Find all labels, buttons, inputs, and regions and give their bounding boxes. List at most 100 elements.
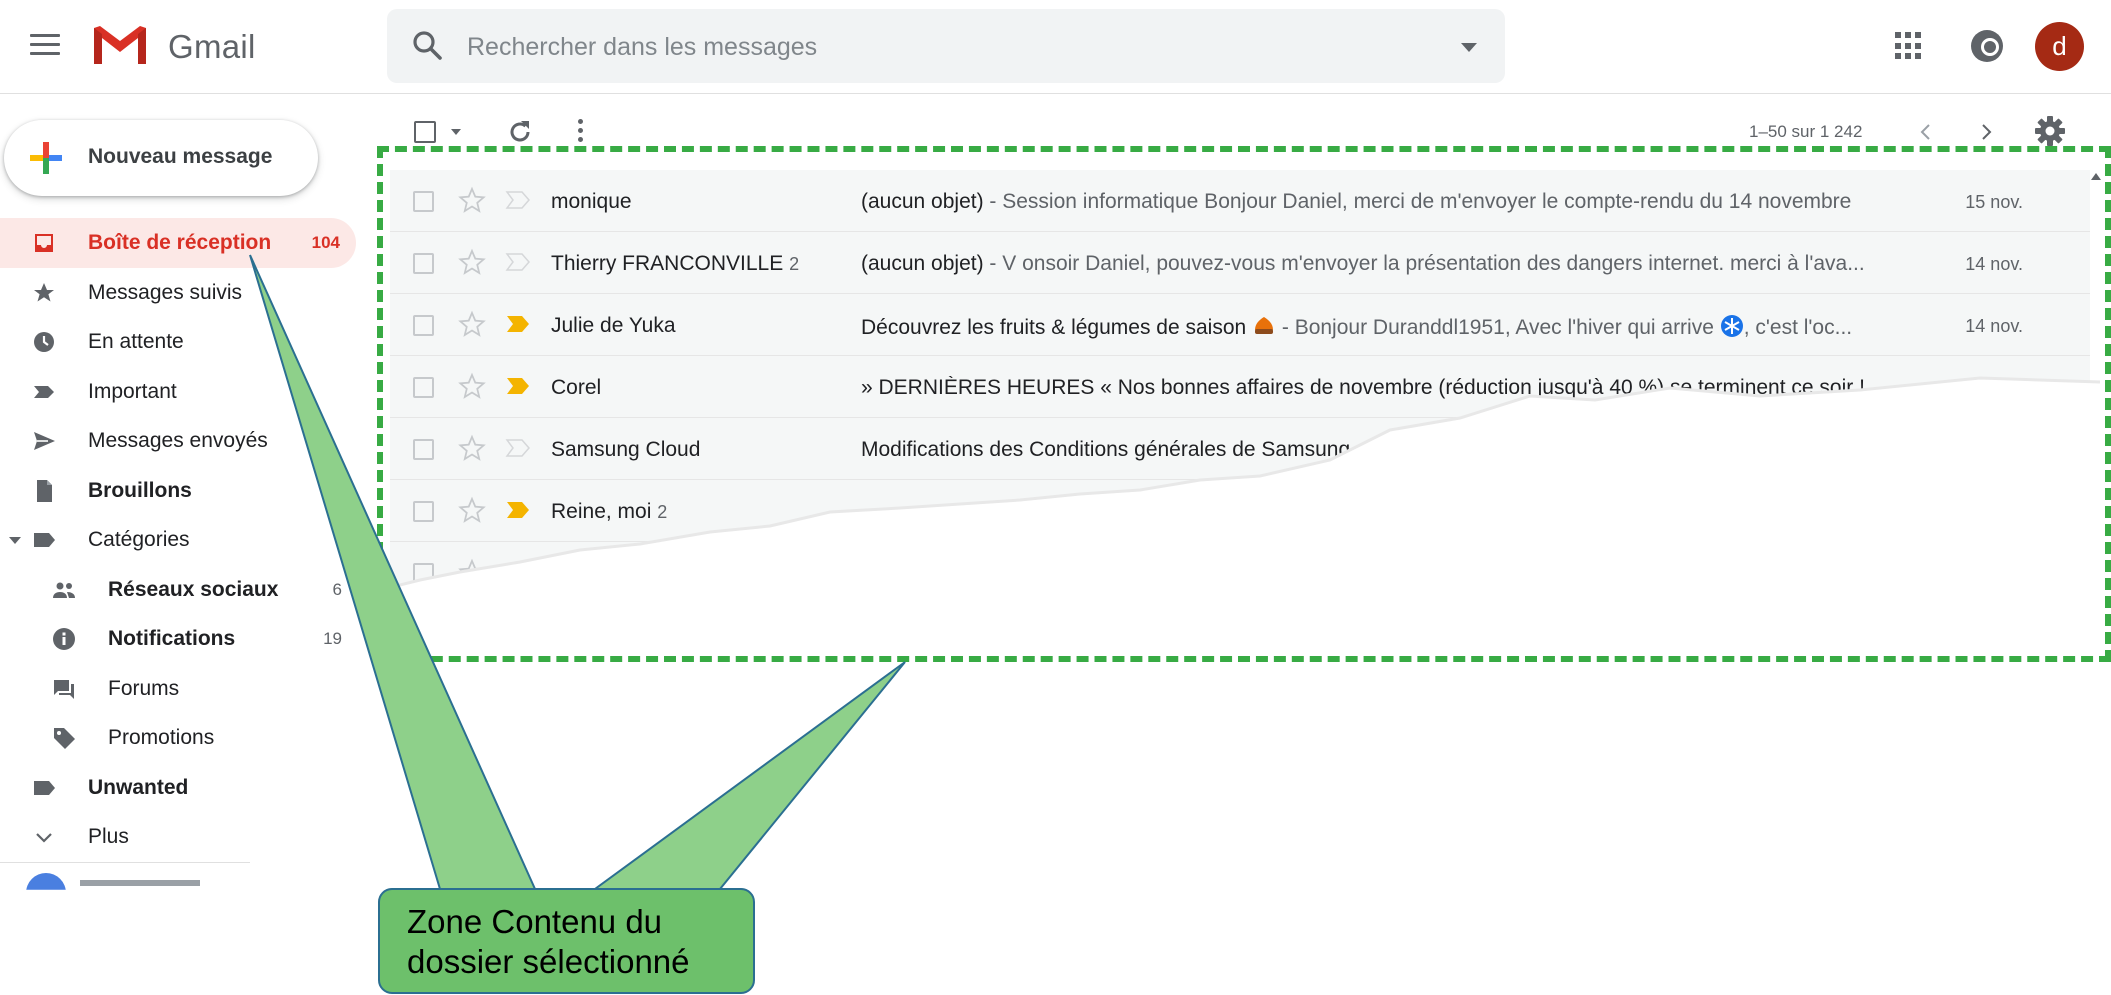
sidebar-item-label: En attente (88, 330, 184, 353)
message-row[interactable]: Corel » DERNIÈRES HEURES « Nos bonnes af… (390, 356, 2090, 418)
message-preview: (aucun objet) - V onsoir Daniel, pouvez-… (861, 252, 1921, 276)
message-row[interactable]: Facebook (390, 542, 2090, 604)
people-icon (53, 582, 75, 598)
sidebar-item-forums[interactable]: Forums (0, 664, 356, 714)
message-row[interactable]: Samsung Cloud Modifications des Conditio… (390, 418, 2090, 480)
sender-name: Facebook (551, 562, 644, 585)
sidebar-item-label: Forums (108, 676, 180, 700)
star-icon[interactable] (458, 372, 486, 400)
select-all-checkbox[interactable] (414, 121, 436, 143)
app-name[interactable]: Gmail (168, 28, 256, 66)
sidebar-item-label: Boîte de réception (88, 231, 272, 254)
sidebar-item-more[interactable]: Plus (0, 812, 356, 862)
row-checkbox[interactable] (413, 315, 434, 336)
label-icon (34, 780, 55, 795)
message-date: 14 nov. (1965, 254, 2023, 274)
unread-count: 1 (330, 480, 340, 500)
draft-icon (37, 479, 52, 502)
message-row[interactable]: Thierry FRANCONVILLE 2 (aucun objet) - V… (390, 232, 2090, 294)
important-marker-icon[interactable] (505, 314, 531, 334)
row-checkbox[interactable] (413, 563, 434, 584)
sidebar-item-label: Important (88, 379, 177, 403)
top-bar: Gmail d (0, 0, 2111, 94)
row-checkbox[interactable] (413, 501, 434, 522)
next-page-icon[interactable] (1976, 120, 1996, 144)
snippet: - Bonjour Duranddl1951, Avec l'hiver qui… (1276, 316, 1720, 339)
star-icon[interactable] (458, 310, 486, 338)
sidebar-item-label: Brouillons (88, 478, 192, 502)
menu-icon[interactable] (30, 34, 60, 56)
important-marker-icon[interactable] (505, 438, 531, 458)
notifications-icon[interactable] (1971, 30, 2003, 62)
expand-caret-icon[interactable] (9, 537, 21, 544)
row-checkbox[interactable] (413, 377, 434, 398)
star-icon[interactable] (458, 186, 486, 214)
row-checkbox[interactable] (413, 191, 434, 212)
sidebar-item-social[interactable]: Réseaux sociaux 6 (0, 565, 356, 615)
sidebar-item-important[interactable]: Important (0, 367, 356, 417)
hangouts-avatar[interactable] (26, 873, 66, 890)
important-marker-icon[interactable] (505, 500, 531, 520)
star-icon[interactable] (458, 558, 486, 586)
unread-count: 6 (332, 579, 342, 599)
thread-count: 2 (789, 254, 800, 274)
forum-icon (54, 679, 74, 699)
message-preview: Découvrez les fruits & légumes de saison… (861, 314, 1921, 340)
message-preview: » DERNIÈRES HEURES « Nos bonnes affaires… (861, 376, 1921, 400)
sidebar-item-snoozed[interactable]: En attente (0, 317, 356, 367)
subject: Découvrez les fruits & légumes de saison (861, 316, 1247, 339)
message-list: monique (aucun objet) - Session informat… (390, 170, 2090, 604)
important-marker-icon[interactable] (505, 252, 531, 272)
apps-icon[interactable] (1895, 32, 1923, 60)
pagination-label: 1–50 sur 1 242 (1749, 122, 1863, 141)
sidebar-item-label: Messages envoyés (88, 429, 268, 452)
message-preview: Modifications des Conditions générales d… (861, 438, 1921, 462)
sidebar-item-categories[interactable]: Catégories (0, 515, 356, 565)
sidebar-item-sent[interactable]: Messages envoyés (0, 416, 356, 466)
gmail-logo[interactable] (90, 22, 150, 68)
info-icon (53, 628, 75, 650)
star-icon[interactable] (458, 248, 486, 276)
star-icon (34, 282, 54, 301)
important-marker-icon[interactable] (505, 562, 531, 582)
clock-icon (34, 332, 54, 352)
select-options-icon[interactable] (451, 129, 461, 135)
important-marker-icon[interactable] (505, 376, 531, 396)
sidebar-item-label: Promotions (108, 726, 215, 749)
sidebar-item-drafts[interactable]: Brouillons 1 (0, 466, 356, 516)
search-input[interactable] (467, 27, 1367, 67)
sidebar-divider (0, 862, 250, 863)
star-icon[interactable] (458, 496, 486, 524)
snippet: - Session informatique Bonjour Daniel, m… (983, 190, 1852, 213)
account-avatar[interactable]: d (2035, 22, 2084, 71)
label-icon (34, 533, 55, 547)
sidebar-item-unwanted[interactable]: Unwanted (0, 763, 356, 813)
previous-page-icon[interactable] (1916, 120, 1936, 144)
refresh-icon[interactable] (507, 119, 533, 145)
hangouts-contact-name[interactable] (80, 880, 200, 886)
sidebar-nav: Boîte de réception 104 Messages suivis E… (0, 218, 360, 862)
scroll-up-arrow[interactable] (2091, 173, 2101, 180)
sidebar-item-promotions[interactable]: Promotions (0, 713, 356, 763)
message-date: 14 nov. (1965, 316, 2023, 336)
inbox-icon (35, 234, 53, 252)
message-row[interactable]: Julie de Yuka Découvrez les fruits & lég… (390, 294, 2090, 356)
important-marker-icon[interactable] (505, 190, 531, 210)
search-options-icon[interactable] (1461, 43, 1477, 52)
search-icon[interactable] (411, 29, 445, 63)
thread-count: 2 (657, 502, 668, 522)
sidebar-item-updates[interactable]: Notifications 19 (0, 614, 356, 664)
search-bar[interactable] (387, 9, 1505, 83)
star-icon[interactable] (458, 434, 486, 462)
more-options-icon[interactable] (578, 119, 584, 145)
message-date: 15 nov. (1965, 192, 2023, 212)
sidebar-item-label: Catégories (88, 528, 190, 551)
message-row[interactable]: monique (aucun objet) - Session informat… (390, 170, 2090, 232)
gear-icon[interactable] (2034, 115, 2066, 147)
compose-button[interactable]: Nouveau message (4, 120, 318, 196)
sidebar-item-starred[interactable]: Messages suivis (0, 268, 356, 318)
row-checkbox[interactable] (413, 253, 434, 274)
sidebar-item-inbox[interactable]: Boîte de réception 104 (0, 218, 356, 268)
row-checkbox[interactable] (413, 439, 434, 460)
message-row[interactable]: Reine, moi 2 (390, 480, 2090, 542)
